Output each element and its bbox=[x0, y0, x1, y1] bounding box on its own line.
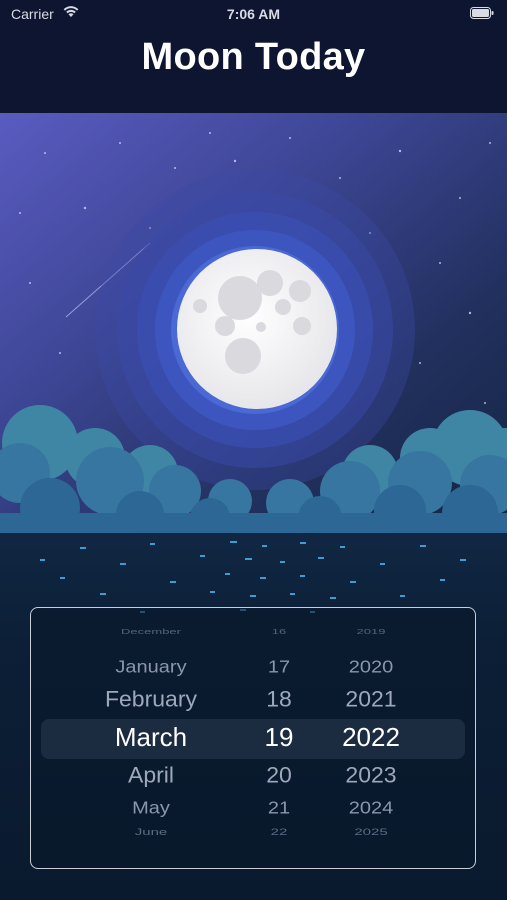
picker-year-option[interactable]: 2019 bbox=[321, 627, 421, 635]
battery-icon bbox=[470, 7, 494, 19]
picker-day-option[interactable]: 21 bbox=[239, 798, 319, 818]
status-time: 7:06 AM bbox=[226, 6, 281, 22]
picker-month-option[interactable]: February bbox=[71, 687, 231, 713]
page-title: Moon Today bbox=[141, 36, 366, 78]
picker-year-selected[interactable]: 2022 bbox=[321, 722, 421, 753]
status-bar: Carrier 7:06 AM bbox=[0, 0, 507, 28]
app-header: Carrier 7:06 AM Moon Today bbox=[0, 0, 507, 113]
picker-year-option[interactable]: 2024 bbox=[321, 798, 421, 818]
picker-day-option[interactable]: 20 bbox=[239, 763, 319, 789]
picker-day-option[interactable]: 22 bbox=[239, 827, 319, 837]
picker-year-option[interactable]: 2021 bbox=[321, 687, 421, 713]
picker-day-option[interactable]: 18 bbox=[239, 687, 319, 713]
picker-month-option[interactable]: December bbox=[71, 627, 231, 635]
picker-year-option[interactable]: 2020 bbox=[321, 657, 421, 677]
picker-day-option[interactable]: 17 bbox=[239, 657, 319, 677]
picker-year-option[interactable]: 2025 bbox=[321, 827, 421, 837]
year-wheel[interactable]: 2019 2020 2021 2022 2023 2024 2025 bbox=[321, 608, 421, 868]
day-wheel[interactable]: 16 17 18 19 20 21 22 bbox=[239, 608, 319, 868]
picker-month-selected[interactable]: March bbox=[71, 722, 231, 753]
moon-scene-illustration bbox=[0, 113, 507, 541]
picker-day-option[interactable]: 16 bbox=[239, 627, 319, 635]
picker-month-option[interactable]: April bbox=[71, 763, 231, 789]
picker-month-option[interactable]: June bbox=[71, 827, 231, 837]
picker-day-selected[interactable]: 19 bbox=[239, 722, 319, 753]
picker-month-option[interactable]: May bbox=[71, 798, 231, 818]
month-wheel[interactable]: December January February March April Ma… bbox=[71, 608, 231, 868]
full-moon-illustration bbox=[0, 113, 507, 541]
date-picker[interactable]: December January February March April Ma… bbox=[30, 607, 476, 869]
picker-year-option[interactable]: 2023 bbox=[321, 763, 421, 789]
picker-month-option[interactable]: January bbox=[71, 657, 231, 677]
